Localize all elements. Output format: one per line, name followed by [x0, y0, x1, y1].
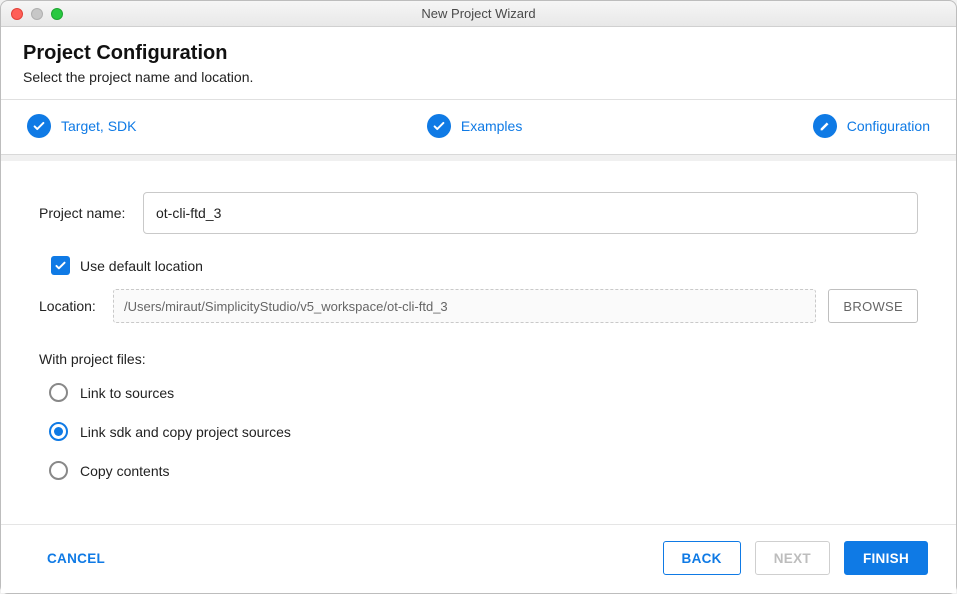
- window-title: New Project Wizard: [1, 6, 956, 21]
- minimize-window-icon: [31, 8, 43, 20]
- form-area: Project name: Use default location Locat…: [1, 161, 956, 524]
- page-subtitle: Select the project name and location.: [23, 69, 934, 85]
- back-button[interactable]: BACK: [663, 541, 741, 575]
- step-label: Target, SDK: [61, 118, 136, 134]
- maximize-window-icon[interactable]: [51, 8, 63, 20]
- radio-label: Link to sources: [80, 385, 174, 401]
- wizard-stepper: Target, SDK Examples Configuration: [1, 100, 956, 155]
- wizard-footer: CANCEL BACK NEXT FINISH: [1, 524, 956, 593]
- step-configuration[interactable]: Configuration: [813, 114, 930, 138]
- titlebar: New Project Wizard: [1, 1, 956, 27]
- step-target-sdk[interactable]: Target, SDK: [27, 114, 136, 138]
- radio-label: Copy contents: [80, 463, 170, 479]
- page-title: Project Configuration: [23, 42, 934, 65]
- pencil-icon: [813, 114, 837, 138]
- checkbox-checked-icon[interactable]: [51, 256, 70, 275]
- cancel-button[interactable]: CANCEL: [29, 541, 123, 575]
- with-project-files-label: With project files:: [39, 351, 918, 367]
- use-default-location-row[interactable]: Use default location: [51, 256, 918, 275]
- radio-unchecked-icon: [49, 461, 68, 480]
- radio-unchecked-icon: [49, 383, 68, 402]
- project-name-row: Project name:: [39, 192, 918, 234]
- finish-button[interactable]: FINISH: [844, 541, 928, 575]
- radio-checked-icon: [49, 422, 68, 441]
- next-button: NEXT: [755, 541, 830, 575]
- location-row: Location: BROWSE: [39, 289, 918, 323]
- check-icon: [427, 114, 451, 138]
- radio-link-to-sources[interactable]: Link to sources: [49, 383, 918, 402]
- location-input[interactable]: [113, 289, 816, 323]
- step-label: Examples: [461, 118, 522, 134]
- step-label: Configuration: [847, 118, 930, 134]
- wizard-header: Project Configuration Select the project…: [1, 27, 956, 100]
- project-files-radio-group: Link to sources Link sdk and copy projec…: [39, 383, 918, 480]
- footer-right: BACK NEXT FINISH: [663, 541, 928, 575]
- project-name-input[interactable]: [143, 192, 918, 234]
- close-window-icon[interactable]: [11, 8, 23, 20]
- project-name-label: Project name:: [39, 205, 133, 221]
- location-label: Location:: [39, 298, 101, 314]
- step-examples[interactable]: Examples: [427, 114, 522, 138]
- traffic-lights: [1, 8, 63, 20]
- check-icon: [27, 114, 51, 138]
- browse-button[interactable]: BROWSE: [828, 289, 918, 323]
- use-default-location-label: Use default location: [80, 258, 203, 274]
- radio-copy-contents[interactable]: Copy contents: [49, 461, 918, 480]
- radio-label: Link sdk and copy project sources: [80, 424, 291, 440]
- radio-link-sdk-copy[interactable]: Link sdk and copy project sources: [49, 422, 918, 441]
